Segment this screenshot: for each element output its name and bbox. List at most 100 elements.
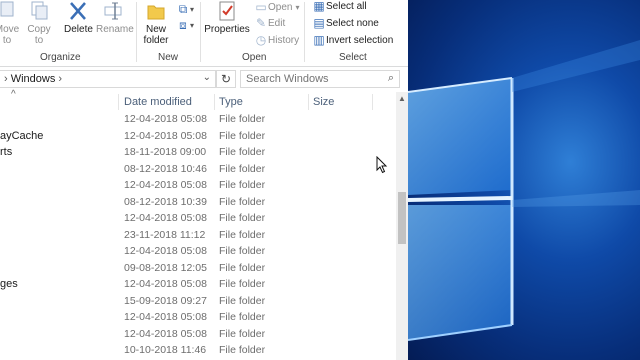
select-none-button[interactable]: ▤ Select none [312,16,379,30]
move-to-button[interactable]: Move to [0,0,20,46]
new-item-button[interactable]: ⧉ ▾ [176,2,194,17]
desktop-wallpaper [408,0,640,360]
file-row[interactable]: 08-12-2018 10:39 File folder [0,195,396,211]
file-row[interactable]: 12-04-2018 05:08 File folder [0,327,396,343]
vertical-scrollbar[interactable]: ▲ [396,92,408,360]
file-date-modified: 12-04-2018 05:08 [124,113,207,125]
scrollbar-thumb[interactable] [398,192,406,244]
search-input[interactable] [246,72,376,86]
rename-icon [104,2,122,20]
breadcrumb-windows[interactable]: Windows [11,73,56,85]
column-header-size[interactable]: Size [313,96,334,108]
column-divider[interactable] [214,94,215,110]
properties-icon [219,1,235,21]
file-name: rts [0,146,13,158]
file-date-modified: 08-12-2018 10:46 [124,162,207,175]
new-folder-icon [147,5,165,20]
file-row[interactable]: rts 18-11-2018 09:00 File folder [0,145,396,161]
group-new-label: New [158,52,179,63]
easy-access-icon: ⧈ [179,18,187,32]
column-divider[interactable] [308,94,309,110]
file-row[interactable]: 12-04-2018 05:08 File folder [0,211,396,227]
file-type: File folder [219,278,266,290]
copy-to-label: Copy to [27,24,51,46]
edit-label: Edit [268,17,286,29]
ribbon: Move to Copy to Delete Rename Organize N… [0,0,408,67]
group-organize-label: Organize [40,52,81,63]
new-folder-label: New folder [143,24,169,46]
select-all-icon: ▦ [313,0,325,13]
file-type: File folder [219,195,266,208]
edit-button[interactable]: ✎ Edit [254,16,285,30]
file-date-modified: 12-04-2018 05:08 [124,311,207,323]
properties-button[interactable]: Properties [204,0,250,35]
file-row[interactable]: 12-04-2018 05:08 File folder [0,310,396,326]
chevron-down-icon: ▾ [190,5,195,14]
select-all-label: Select all [326,0,367,12]
refresh-button[interactable]: ↻ [216,70,236,88]
scroll-up-icon[interactable]: ▲ [397,94,407,103]
invert-selection-label: Invert selection [326,34,394,46]
file-date-modified: 08-12-2018 10:39 [124,195,207,208]
history-icon: ◷ [255,33,267,47]
invert-selection-icon: ▥ [313,33,325,47]
open-icon: ▭ [255,0,267,14]
delete-button[interactable]: Delete [64,0,93,35]
file-type: File folder [219,162,266,175]
search-icon: ⌕ [387,72,394,84]
edit-icon: ✎ [255,16,267,30]
file-date-modified: 12-04-2018 05:08 [124,245,207,257]
sort-up-icon[interactable]: ^ [11,89,16,100]
file-date-modified: 12-04-2018 05:08 [124,129,207,142]
new-item-icon: ⧉ [178,2,188,16]
address-bar[interactable]: › Windows › ⌄ [0,70,216,88]
file-type: File folder [219,294,266,307]
file-row[interactable]: ges 12-04-2018 05:08 File folder [0,277,396,293]
breadcrumb: › Windows › [4,73,62,85]
chevron-down-icon: ▾ [190,21,195,30]
mouse-cursor-icon [376,156,388,174]
column-divider[interactable] [118,94,119,110]
column-header-type[interactable]: Type [219,96,243,108]
file-type: File folder [219,245,266,257]
file-date-modified: 15-09-2018 09:27 [124,294,207,307]
easy-access-button[interactable]: ⧈ ▾ [176,18,194,33]
group-open-label: Open [242,52,267,63]
rename-button[interactable]: Rename [96,0,134,35]
file-row[interactable]: 12-04-2018 05:08 File folder [0,178,396,194]
move-to-icon [0,1,14,17]
file-type: File folder [219,228,266,241]
file-row[interactable]: ayCache 12-04-2018 05:08 File folder [0,129,396,145]
column-divider[interactable] [372,94,373,110]
file-date-modified: 12-04-2018 05:08 [124,212,207,224]
open-button[interactable]: ▭ Open ▾ [254,0,299,14]
file-date-modified: 10-10-2018 11:46 [124,344,207,356]
breadcrumb-separator: › [4,73,8,85]
address-dropdown-icon[interactable]: ⌄ [203,72,211,83]
move-to-label: Move to [0,24,20,46]
file-date-modified: 12-04-2018 05:08 [124,278,207,290]
rename-label: Rename [96,24,134,35]
file-type: File folder [219,311,266,323]
file-type: File folder [219,179,266,191]
copy-to-button[interactable]: Copy to [26,0,52,46]
file-name: ayCache [0,129,44,142]
windows-logo-light [408,40,640,341]
delete-label: Delete [64,24,93,35]
invert-selection-button[interactable]: ▥ Invert selection [312,33,393,47]
file-row[interactable]: 15-09-2018 09:27 File folder [0,294,396,310]
properties-label: Properties [204,24,250,35]
file-row[interactable]: 12-04-2018 05:08 File folder [0,112,396,128]
ribbon-divider [136,2,137,62]
history-button[interactable]: ◷ History [254,33,299,47]
file-row[interactable]: 10-10-2018 11:46 File folder [0,343,396,359]
select-all-button[interactable]: ▦ Select all [312,0,367,13]
file-row[interactable]: 08-12-2018 10:46 File folder [0,162,396,178]
file-row[interactable]: 23-11-2018 11:12 File folder [0,228,396,244]
search-box[interactable]: ⌕ [240,70,400,88]
file-row[interactable]: 12-04-2018 05:08 File folder [0,244,396,260]
column-header-date-modified[interactable]: Date modified [124,96,192,108]
file-type: File folder [219,344,266,356]
new-folder-button[interactable]: New folder [140,0,172,46]
file-row[interactable]: 09-08-2018 12:05 File folder [0,261,396,277]
